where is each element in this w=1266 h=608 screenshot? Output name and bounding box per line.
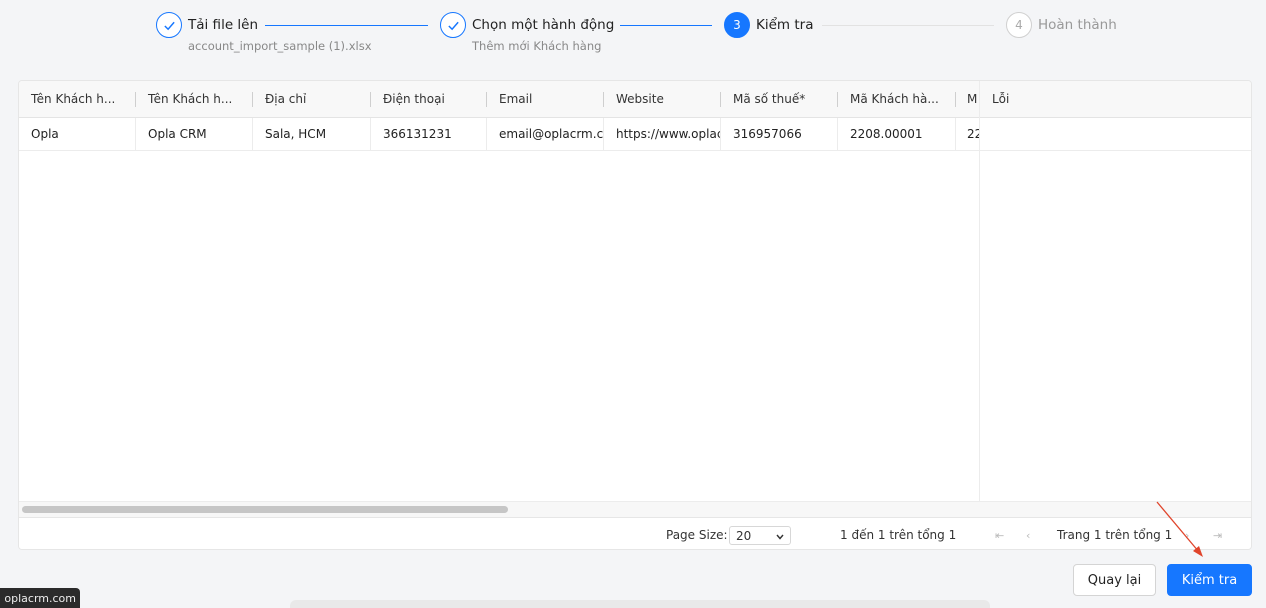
last-page-icon[interactable]: ⇥ [1213,518,1222,549]
column-header[interactable]: Điện thoại [371,81,487,117]
step-upload-file: Tải file lên account_import_sample (1).x… [156,12,372,53]
step-title: Chọn một hành động [472,17,615,33]
step-connector [265,25,428,26]
table-cell: 366131231 [383,127,452,141]
step-review: 3 Kiểm tra [724,12,813,38]
table-cell: Sala, HCM [265,127,327,141]
step-description: account_import_sample (1).xlsx [188,39,372,53]
column-header[interactable]: Tên Khách h... [19,81,135,117]
step-number: 3 [724,12,750,38]
table-cell: 22 [967,127,979,141]
table-cell: Opla CRM [148,127,207,141]
table-cell: email@oplacrm.co [499,127,604,141]
column-header[interactable]: Mã số thuế* [721,81,838,117]
column-header[interactable]: Tên Khách h... [136,81,253,117]
column-header-errors[interactable]: Lỗi [980,81,1251,117]
column-header[interactable]: Mã Khách hà... [838,81,955,117]
check-button[interactable]: Kiểm tra [1167,564,1252,596]
column-header[interactable]: Website [604,81,721,117]
step-complete: 4 Hoàn thành [1006,12,1117,38]
step-number: 4 [1006,12,1032,38]
page-size-label: Page Size: [666,528,728,542]
scrollbar-thumb[interactable] [22,506,508,513]
previous-page-icon[interactable]: ‹ [1026,518,1030,549]
page-indicator: Trang 1 trên tổng 1 [1057,528,1173,542]
step-description: Thêm mới Khách hàng [472,39,602,53]
table-cell-errors [980,118,1251,150]
chevron-down-icon [776,529,784,543]
page-size-select[interactable]: 20 [729,526,791,545]
column-header[interactable]: Email [487,81,604,117]
pagination-bar: Page Size: 20 1 đến 1 trên tổng 1 ⇤ ‹ Tr… [19,517,1251,549]
grid-header: Tên Khách h... Tên Khách h... Địa chỉ Đi… [19,81,1251,118]
table-cell: https://www.oplacr [616,127,721,141]
bottom-shadow [290,600,990,608]
step-choose-action: Chọn một hành động Thêm mới Khách hàng [440,12,614,53]
table-cell: Opla [31,127,59,141]
url-tooltip: oplacrm.com [0,588,80,608]
first-page-icon[interactable]: ⇤ [995,518,1004,549]
table-row[interactable]: Opla Opla CRM Sala, HCM 366131231 email@… [19,118,1251,151]
table-cell: 2208.00001 [850,127,923,141]
row-range-text: 1 đến 1 trên tổng 1 [840,528,957,542]
import-steps: Tải file lên account_import_sample (1).x… [0,0,1266,80]
column-header[interactable]: Địa chỉ [253,81,370,117]
back-button[interactable]: Quay lại [1073,564,1156,596]
pinned-column-divider [979,81,980,516]
preview-grid: Tên Khách h... Tên Khách h... Địa chỉ Đi… [18,80,1252,550]
step-title: Kiểm tra [756,17,814,33]
column-header[interactable]: M [956,81,979,117]
check-icon [156,12,182,38]
step-connector [620,25,712,26]
horizontal-scrollbar[interactable] [19,501,1251,517]
next-page-icon[interactable]: › [1185,518,1189,549]
check-icon [440,12,466,38]
page-size-value: 20 [736,528,752,543]
step-connector [822,25,994,26]
step-title: Hoàn thành [1038,17,1117,33]
table-cell: 316957066 [733,127,802,141]
